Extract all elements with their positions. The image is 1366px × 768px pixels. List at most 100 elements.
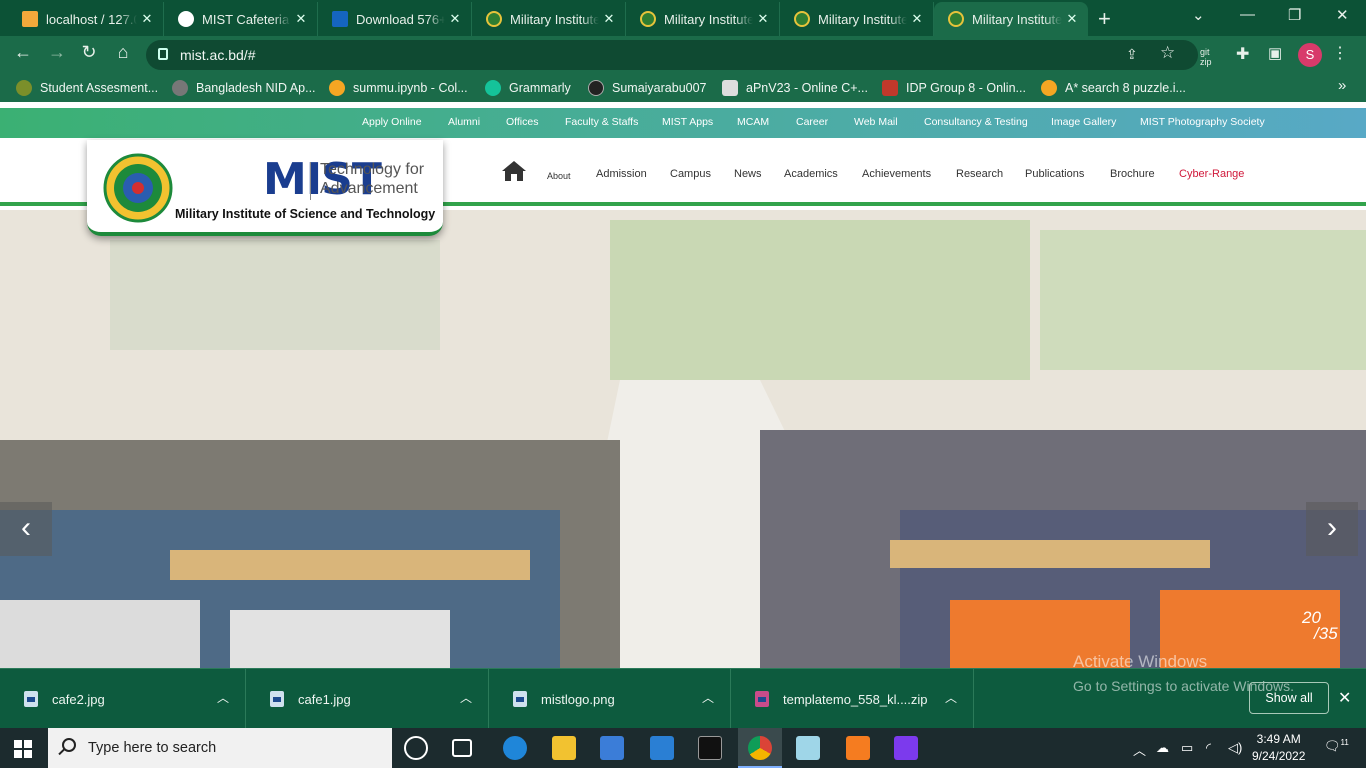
share-icon[interactable]: ⇪: [1126, 46, 1138, 63]
close-tab-icon[interactable]: ✕: [1062, 11, 1082, 27]
top-link[interactable]: MCAM: [737, 116, 769, 128]
show-hidden-icons-chevron-icon[interactable]: ︿: [1133, 740, 1146, 759]
show-all-downloads-button[interactable]: Show all: [1249, 682, 1329, 714]
onedrive-cloud-icon[interactable]: ☁: [1156, 740, 1169, 756]
nav-campus[interactable]: Campus: [670, 168, 711, 180]
top-link[interactable]: Web Mail: [854, 116, 898, 128]
bookmark-item[interactable]: aPnV23 - Online C+...: [722, 80, 868, 96]
chevron-up-icon[interactable]: ︿: [217, 689, 229, 706]
bookmark-favicon-icon: [16, 80, 32, 96]
top-link[interactable]: Offices: [506, 116, 538, 128]
nav-achievements[interactable]: Achievements: [862, 168, 931, 180]
close-tab-icon[interactable]: ✕: [907, 11, 927, 27]
system-clock[interactable]: 3:49 AM 9/24/2022: [1252, 731, 1305, 765]
task-view-icon[interactable]: [452, 739, 472, 757]
bookmark-item[interactable]: summu.ipynb - Col...: [329, 80, 468, 96]
browser-tab[interactable]: MIST Cafeteria Wiki ✕: [164, 2, 318, 36]
top-link[interactable]: MIST Apps: [662, 116, 713, 128]
top-link[interactable]: Career: [796, 116, 828, 128]
extensions-puzzle-icon[interactable]: ✚: [1236, 44, 1249, 64]
browser-tab[interactable]: Military Institute ✕: [626, 2, 780, 36]
browser-tab[interactable]: Military Institute ✕: [472, 2, 626, 36]
top-link[interactable]: Alumni: [448, 116, 480, 128]
lock-icon[interactable]: [158, 48, 168, 60]
menu-dots-icon[interactable]: ⋮: [1332, 43, 1348, 63]
close-download-shelf-icon[interactable]: ✕: [1338, 688, 1351, 708]
download-item[interactable]: cafe2.jpg ︿: [0, 669, 246, 729]
slider-prev-button[interactable]: ‹: [0, 502, 52, 556]
restore-icon[interactable]: ❐: [1288, 6, 1301, 24]
chevron-up-icon[interactable]: ︿: [460, 689, 472, 706]
profile-avatar[interactable]: S: [1298, 43, 1322, 67]
slider-next-button[interactable]: ›: [1306, 502, 1358, 556]
xampp-icon[interactable]: [846, 736, 870, 760]
minimize-icon[interactable]: —: [1240, 6, 1255, 23]
nav-news[interactable]: News: [734, 168, 762, 180]
address-bar[interactable]: mist.ac.bd/#: [146, 40, 1198, 70]
nav-about[interactable]: About: [547, 171, 571, 181]
bookmark-star-icon[interactable]: ☆: [1160, 43, 1175, 63]
microsoft-store-icon[interactable]: [600, 736, 624, 760]
top-link[interactable]: MIST Photography Society: [1140, 116, 1265, 128]
close-tab-icon[interactable]: ✕: [137, 11, 157, 27]
new-tab-plus-icon[interactable]: +: [1098, 6, 1111, 32]
search-placeholder[interactable]: Type here to search: [88, 740, 216, 756]
edge-browser-icon[interactable]: [503, 736, 527, 760]
download-item[interactable]: cafe1.jpg ︿: [246, 669, 489, 729]
forward-arrow-icon[interactable]: →: [44, 42, 70, 63]
chrome-icon[interactable]: [748, 736, 772, 760]
nav-publications[interactable]: Publications: [1025, 168, 1084, 180]
bookmark-item[interactable]: IDP Group 8 - Onlin...: [882, 80, 1026, 96]
wifi-icon[interactable]: ◜: [1206, 740, 1211, 756]
top-link[interactable]: Apply Online: [362, 116, 422, 128]
nav-academics[interactable]: Academics: [784, 168, 838, 180]
cortana-circle-icon[interactable]: [404, 736, 428, 760]
bookmark-item[interactable]: Bangladesh NID Ap...: [172, 80, 316, 96]
side-panel-icon[interactable]: ▣: [1268, 44, 1282, 62]
gitzip-extension-icon[interactable]: git zip: [1200, 47, 1212, 67]
browser-tab[interactable]: Download 576+ ✕: [318, 2, 472, 36]
nav-cyber-range[interactable]: Cyber-Range: [1179, 168, 1244, 180]
close-tab-icon[interactable]: ✕: [445, 11, 465, 27]
tab-search-chevron-icon[interactable]: ⌄: [1192, 6, 1205, 24]
bookmark-item[interactable]: Grammarly: [485, 80, 571, 96]
bookmark-item[interactable]: Student Assesment...: [16, 80, 158, 96]
top-link[interactable]: Faculty & Staffs: [565, 116, 638, 128]
browser-tab[interactable]: localhost / 127.0 ✕: [8, 2, 164, 36]
url-text[interactable]: mist.ac.bd/#: [180, 47, 255, 63]
back-arrow-icon[interactable]: ←: [10, 42, 36, 63]
browser-tab-active[interactable]: Military Institute ✕: [934, 2, 1088, 36]
bookmark-item[interactable]: A* search 8 puzzle.i...: [1041, 80, 1186, 96]
nav-brochure[interactable]: Brochure: [1110, 168, 1155, 180]
mist-logo[interactable]: MIST Technology for Advancement Military…: [87, 140, 443, 236]
nav-research[interactable]: Research: [956, 168, 1003, 180]
close-tab-icon[interactable]: ✕: [291, 11, 311, 27]
mail-icon[interactable]: [650, 736, 674, 760]
notifications-icon[interactable]: 🗨11: [1324, 738, 1349, 754]
reload-icon[interactable]: ↻: [76, 42, 102, 63]
taskbar-search-box[interactable]: Type here to search: [48, 728, 392, 768]
top-link[interactable]: Image Gallery: [1051, 116, 1116, 128]
chevron-up-icon[interactable]: ︿: [702, 689, 714, 706]
bookmarks-overflow-chevron-icon[interactable]: »: [1338, 77, 1346, 94]
close-window-icon[interactable]: ✕: [1336, 6, 1349, 24]
windows-start-icon[interactable]: [14, 740, 32, 758]
browser-tab[interactable]: Military Institute ✕: [780, 2, 934, 36]
phpstorm-icon[interactable]: [894, 736, 918, 760]
battery-icon[interactable]: ▭: [1181, 740, 1193, 756]
home-icon[interactable]: [501, 160, 527, 182]
top-link[interactable]: Consultancy & Testing: [924, 116, 1028, 128]
chevron-up-icon[interactable]: ︿: [945, 689, 957, 706]
close-tab-icon[interactable]: ✕: [599, 11, 619, 27]
download-item[interactable]: mistlogo.png ︿: [489, 669, 731, 729]
bookmark-label: A* search 8 puzzle.i...: [1065, 81, 1186, 95]
bookmark-item[interactable]: Sumaiyarabu007: [588, 80, 707, 96]
home-icon[interactable]: ⌂: [110, 42, 136, 63]
volume-icon[interactable]: ◁): [1228, 740, 1242, 756]
notes-app-icon[interactable]: [796, 736, 820, 760]
nav-admission[interactable]: Admission: [596, 168, 647, 180]
file-explorer-icon[interactable]: [552, 736, 576, 760]
download-item[interactable]: templatemo_558_kl....zip ︿: [731, 669, 974, 729]
terminal-icon[interactable]: [698, 736, 722, 760]
close-tab-icon[interactable]: ✕: [753, 11, 773, 27]
